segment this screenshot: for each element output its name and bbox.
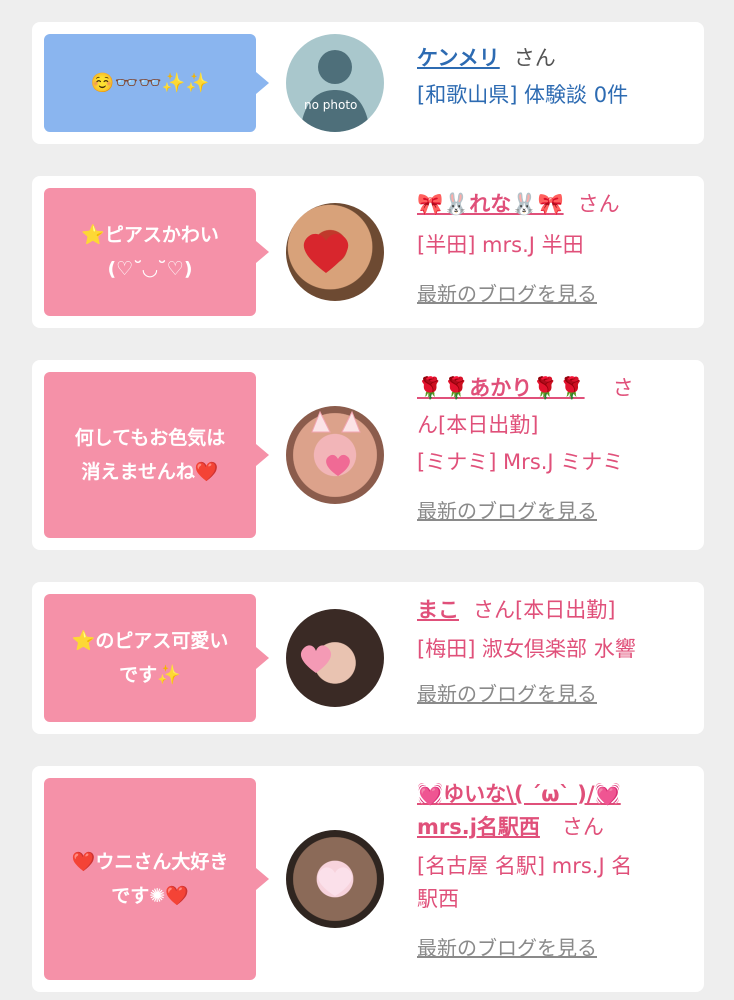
comment-text: ❤️ウニさん大好き <box>71 851 229 873</box>
user-info: まこ さん[本日出勤] [梅田] 淑女倶楽部 水響 最新のブログを見る <box>417 594 684 711</box>
user-info: 💓ゆいな\( ´ω` )/💓 mrs.j名駅西 さん [名古屋 名駅] mrs.J… <box>417 778 684 965</box>
list-item: 何してもお色気は 消えませんね❤️ 🌹🌹あかり🌹🌹 さ ん[本日出勤] [ミナミ]… <box>32 360 704 550</box>
comment-text: です✨ <box>119 664 181 686</box>
no-photo-label: no photo <box>304 98 358 112</box>
latest-blog-link[interactable]: 最新のブログを見る <box>417 678 684 711</box>
honorific: さん[本日出勤] <box>473 598 616 622</box>
user-name-link[interactable]: 🌹🌹あかり🌹🌹 <box>417 376 585 400</box>
heart-icon <box>317 867 353 896</box>
user-info: 🎀🐰れな🐰🎀 さん [半田] mrs.J 半田 最新のブログを見る <box>417 188 684 311</box>
user-location: [名古屋 名駅] mrs.J 名 <box>417 854 633 878</box>
review-list: ☺️👓👓✨✨ no photo ケンメリ さん [和歌山県] 体験談 0件 ⭐ピア… <box>0 0 734 1000</box>
comment-bubble: 何してもお色気は 消えませんね❤️ <box>44 372 269 538</box>
comment-text: です✺❤️ <box>111 885 189 907</box>
latest-blog-link[interactable]: 最新のブログを見る <box>417 278 684 311</box>
list-item: ⭐ピアスかわい (♡˘◡˘♡) 🎀🐰れな🐰🎀 さん [半田] mrs.J 半田 最… <box>32 176 704 328</box>
user-name-link[interactable]: mrs.j名駅西 <box>417 815 540 839</box>
user-name-link[interactable]: 💓ゆいな\( ´ω` )/💓 <box>417 778 684 811</box>
avatar[interactable] <box>286 609 384 707</box>
avatar[interactable] <box>286 406 384 504</box>
latest-blog-link[interactable]: 最新のブログを見る <box>417 932 684 965</box>
user-location: [ミナミ] Mrs.J ミナミ <box>417 450 624 474</box>
user-name-link[interactable]: 🎀🐰れな🐰🎀 <box>417 192 564 216</box>
comment-text: 消えませんね❤️ <box>81 461 219 483</box>
honorific: さん <box>577 192 620 216</box>
avatar[interactable] <box>286 203 384 301</box>
honorific: さん <box>561 815 604 839</box>
latest-blog-link[interactable]: 最新のブログを見る <box>417 495 684 528</box>
comment-text: ☺️👓👓✨✨ <box>90 72 210 94</box>
comment-text: 何してもお色気は <box>74 427 226 449</box>
work-status: ん[本日出勤] <box>417 413 539 437</box>
heart-icon <box>303 233 349 273</box>
user-name-link[interactable]: まこ <box>417 598 459 622</box>
user-info: ケンメリ さん [和歌山県] 体験談 0件 <box>417 42 684 112</box>
user-location: [半田] mrs.J 半田 <box>417 233 584 257</box>
user-location: [梅田] 淑女倶楽部 水響 <box>417 637 636 661</box>
list-item: ☺️👓👓✨✨ no photo ケンメリ さん [和歌山県] 体験談 0件 <box>32 22 704 144</box>
comment-text: (♡˘◡˘♡) <box>107 258 193 280</box>
user-location: [和歌山県] 体験談 0件 <box>417 83 629 107</box>
comment-text: ⭐ピアスかわい <box>81 224 219 246</box>
comment-bubble: ☺️👓👓✨✨ <box>44 34 269 132</box>
person-silhouette-icon <box>300 50 370 132</box>
honorific: さん <box>513 46 556 70</box>
cat-ears-icon <box>311 410 361 476</box>
list-item: ❤️ウニさん大好き です✺❤️ 💓ゆいな\( ´ω` )/💓 mrs.j名駅西さ… <box>32 766 704 992</box>
honorific: さ <box>612 376 634 400</box>
avatar[interactable] <box>286 830 384 928</box>
list-item: ⭐のピアス可愛い です✨ まこ さん[本日出勤] [梅田] 淑女倶楽部 水響 最新… <box>32 582 704 734</box>
heart-icon <box>300 645 332 673</box>
avatar[interactable]: no photo <box>286 34 384 132</box>
user-location: 駅西 <box>417 887 459 911</box>
comment-bubble: ⭐のピアス可愛い です✨ <box>44 594 269 722</box>
comment-text: ⭐のピアス可愛い <box>71 630 229 652</box>
user-info: 🌹🌹あかり🌹🌹 さ ん[本日出勤] [ミナミ] Mrs.J ミナミ 最新のブログを… <box>417 372 684 528</box>
comment-bubble: ❤️ウニさん大好き です✺❤️ <box>44 778 269 980</box>
comment-bubble: ⭐ピアスかわい (♡˘◡˘♡) <box>44 188 269 316</box>
user-name-link[interactable]: ケンメリ <box>417 46 500 70</box>
